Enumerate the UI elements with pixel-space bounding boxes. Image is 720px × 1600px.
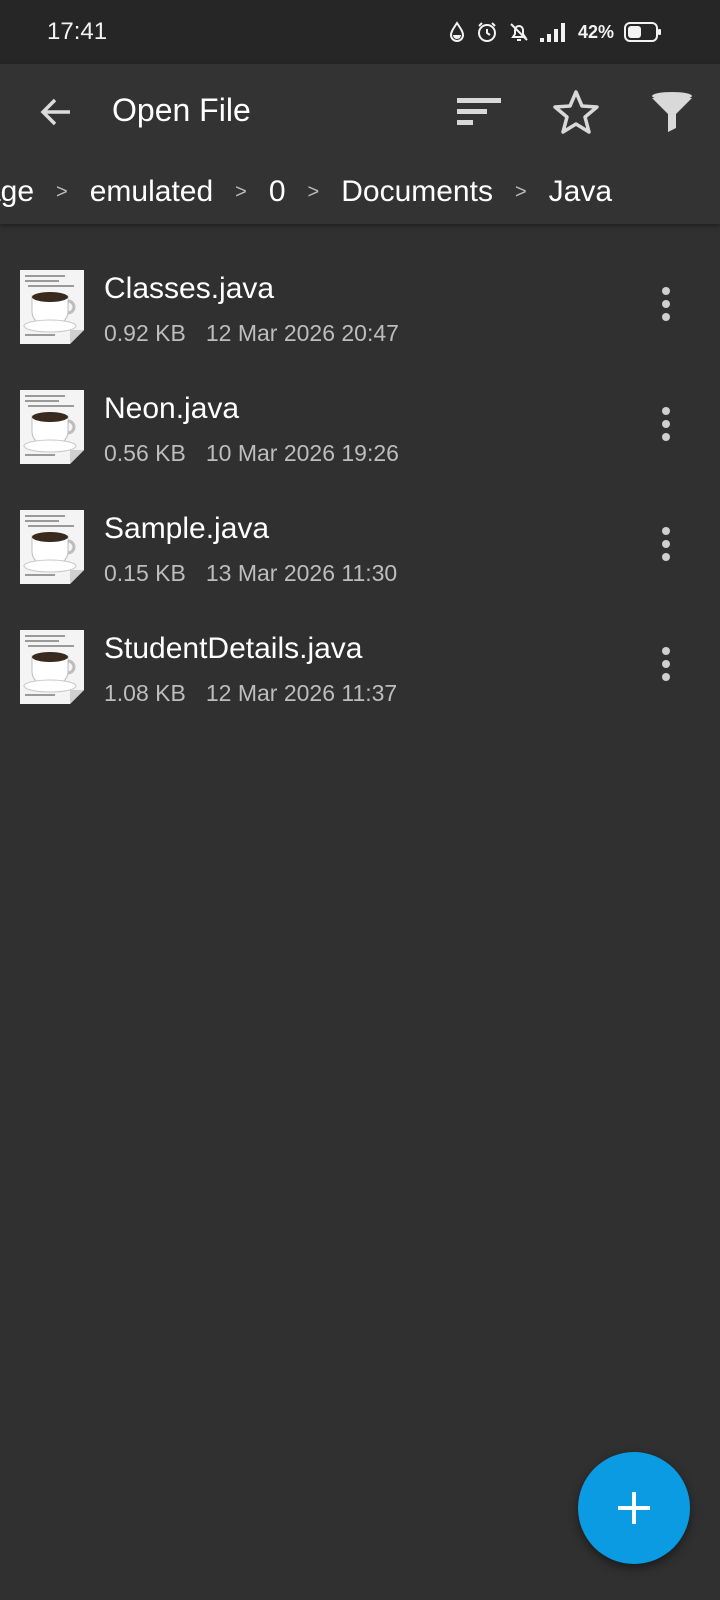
more-vert-icon — [662, 407, 670, 441]
status-bar: 17:41 42% — [0, 0, 720, 64]
more-options-button[interactable] — [640, 398, 692, 450]
more-vert-icon — [662, 527, 670, 561]
file-meta: 1.08 KB 12 Mar 2026 11:37 — [104, 680, 397, 707]
file-modified: 12 Mar 2026 11:37 — [205, 680, 398, 706]
java-file-icon — [20, 630, 84, 704]
file-meta: 0.56 KB 10 Mar 2026 19:26 — [104, 440, 399, 467]
battery-percent: 42% — [577, 21, 614, 42]
file-name: Sample.java — [104, 512, 270, 545]
java-file-icon — [20, 390, 84, 464]
filter-button[interactable] — [644, 84, 700, 140]
file-size: 0.92 KB — [104, 320, 186, 346]
breadcrumb: rage > emulated > 0 > Documents > Java — [0, 166, 720, 218]
battery-icon — [624, 21, 662, 43]
filter-icon — [652, 92, 692, 132]
breadcrumb-separator: > — [514, 180, 527, 203]
file-size: 1.08 KB — [104, 680, 186, 706]
file-name: StudentDetails.java — [104, 632, 363, 665]
more-vert-icon — [662, 287, 670, 321]
breadcrumb-separator: > — [235, 180, 247, 203]
file-row[interactable]: Sample.java 0.15 KB 13 Mar 2026 11:30 — [0, 478, 720, 598]
back-button[interactable] — [30, 86, 82, 138]
java-file-icon — [20, 510, 84, 584]
file-list: Classes.java 0.92 KB 12 Mar 2026 20:47 N… — [0, 238, 720, 718]
breadcrumb-item-0[interactable]: 0 — [269, 175, 286, 209]
plus-icon — [618, 1492, 650, 1524]
file-modified: 10 Mar 2026 19:26 — [205, 440, 399, 466]
favorites-button[interactable] — [548, 84, 604, 140]
breadcrumb-separator: > — [56, 180, 68, 203]
java-file-icon — [20, 270, 84, 344]
more-options-button[interactable] — [640, 638, 692, 690]
breadcrumb-item-documents[interactable]: Documents — [341, 175, 493, 209]
file-row[interactable]: StudentDetails.java 1.08 KB 12 Mar 2026 … — [0, 598, 720, 718]
file-modified: 12 Mar 2026 20:47 — [205, 320, 399, 346]
more-options-button[interactable] — [640, 278, 692, 330]
file-meta: 0.15 KB 13 Mar 2026 11:30 — [104, 560, 397, 587]
app-bar: Open File rage > emulated > 0 > Document… — [0, 64, 720, 224]
file-row[interactable]: Neon.java 0.56 KB 10 Mar 2026 19:26 — [0, 358, 720, 478]
file-name: Neon.java — [104, 392, 240, 425]
file-name: Classes.java — [104, 272, 275, 305]
bell-muted-icon — [508, 21, 530, 43]
star-icon — [553, 90, 599, 134]
back-arrow-icon — [40, 98, 70, 126]
breadcrumb-item-storage[interactable]: rage — [0, 175, 34, 209]
sort-icon — [457, 98, 501, 125]
page-title: Open File — [112, 92, 251, 128]
breadcrumb-item-java[interactable]: Java — [549, 175, 612, 209]
file-row[interactable]: Classes.java 0.92 KB 12 Mar 2026 20:47 — [0, 238, 720, 358]
sort-button[interactable] — [452, 84, 508, 140]
alarm-icon — [476, 21, 498, 43]
status-icons: 42% — [448, 18, 662, 46]
status-time: 17:41 — [47, 18, 108, 45]
water-drop-icon — [448, 21, 466, 43]
more-vert-icon — [662, 647, 670, 681]
signal-icon — [539, 22, 566, 42]
file-modified: 13 Mar 2026 11:30 — [205, 560, 398, 586]
add-file-button[interactable] — [578, 1452, 690, 1564]
file-size: 0.15 KB — [104, 560, 186, 586]
file-meta: 0.92 KB 12 Mar 2026 20:47 — [104, 320, 399, 347]
breadcrumb-separator: > — [307, 180, 320, 203]
file-size: 0.56 KB — [104, 440, 186, 466]
breadcrumb-item-emulated[interactable]: emulated — [90, 175, 213, 209]
more-options-button[interactable] — [640, 518, 692, 570]
